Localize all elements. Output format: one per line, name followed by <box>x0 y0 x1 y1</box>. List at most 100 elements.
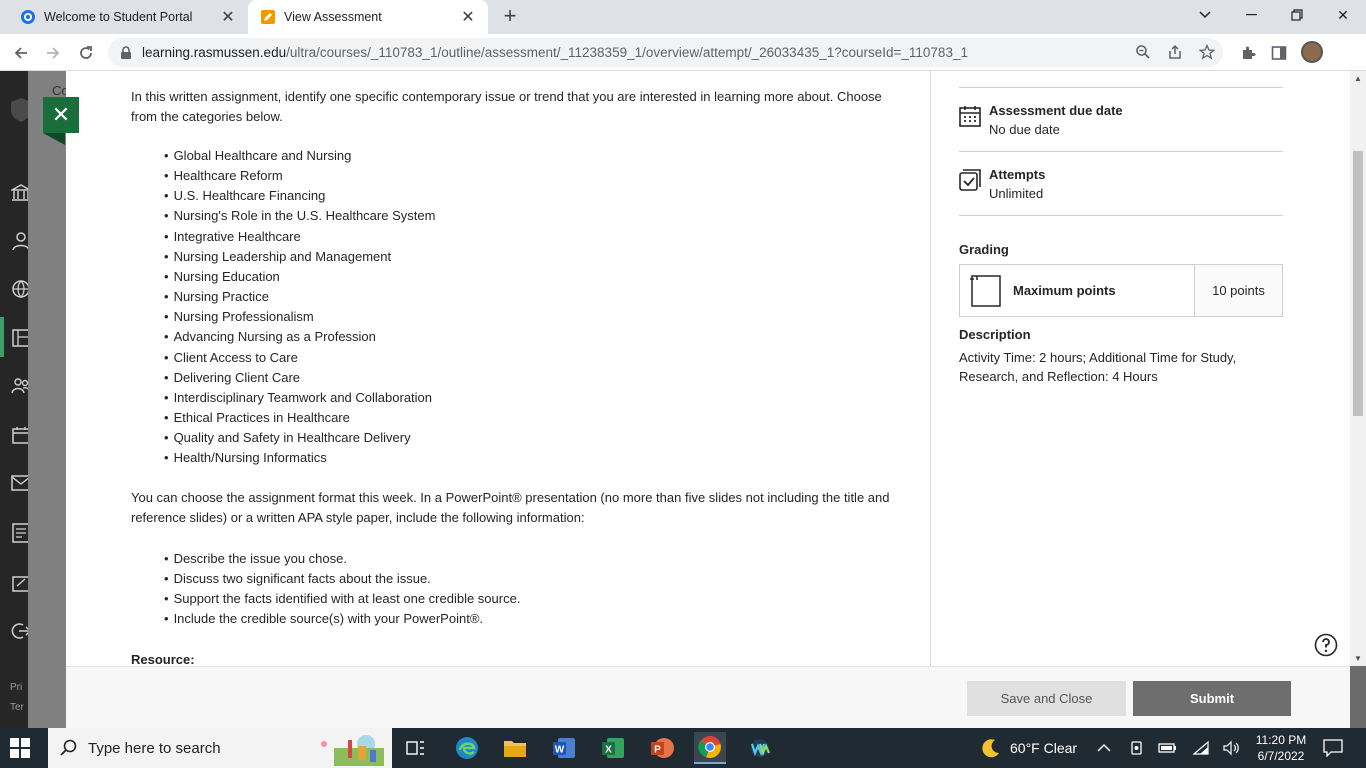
close-window-icon[interactable]: ✕ <box>1320 0 1366 30</box>
intro-paragraph: In this written assignment, identify one… <box>131 89 882 124</box>
bookmark-star-icon[interactable] <box>1197 42 1217 62</box>
scroll-thumb[interactable] <box>1353 151 1363 416</box>
edge-icon[interactable] <box>451 732 483 764</box>
word-icon[interactable]: W <box>548 732 580 764</box>
minimize-icon[interactable] <box>1228 0 1274 30</box>
category-list-item: Delivering Client Care <box>164 368 435 388</box>
save-and-close-button[interactable]: Save and Close <box>967 681 1126 716</box>
battery-icon[interactable] <box>1158 728 1178 768</box>
category-list-item: Nursing Professionalism <box>164 307 435 327</box>
divider <box>959 151 1283 152</box>
category-list-item: Interdisciplinary Teamwork and Collabora… <box>164 388 435 408</box>
tab-search-chevron-icon[interactable] <box>1182 0 1228 30</box>
zoom-icon[interactable] <box>1133 42 1153 62</box>
volume-icon[interactable] <box>1222 728 1240 768</box>
show-hidden-icons-icon[interactable] <box>1097 728 1111 768</box>
attempts-value: Unlimited <box>989 186 1044 201</box>
browser-tabstrip: Welcome to Student Portal ✕ View Assessm… <box>0 0 1366 34</box>
taskbar-clock[interactable]: 11:20 PM 6/7/2022 <box>1250 732 1312 764</box>
max-points-value: 10 points <box>1195 265 1282 316</box>
close-tab-icon[interactable]: ✕ <box>458 7 478 27</box>
svg-text:P: P <box>654 745 661 756</box>
terms-link-partial[interactable]: Ter <box>10 702 24 713</box>
chrome-icon[interactable] <box>694 732 726 764</box>
svg-text:X: X <box>605 745 612 756</box>
category-list-item: Nursing's Role in the U.S. Healthcare Sy… <box>164 206 436 226</box>
forward-icon[interactable] <box>40 40 66 66</box>
category-list-item: U.S. Healthcare Financing <box>164 186 435 206</box>
resource-heading: Resource: <box>131 652 195 666</box>
calendar-icon <box>959 106 981 127</box>
tab-title: Welcome to Student Portal <box>44 10 193 24</box>
back-icon[interactable] <box>8 40 34 66</box>
category-list-item: Nursing Practice <box>164 287 435 307</box>
url-host: learning.rasmussen.edu <box>142 45 287 60</box>
help-icon[interactable] <box>1314 633 1338 657</box>
due-date-label: Assessment due date <box>989 103 1123 118</box>
webex-icon[interactable] <box>744 732 776 764</box>
requirement-list-item: Support the facts identified with at lea… <box>164 589 521 609</box>
address-bar[interactable]: learning.rasmussen.edu/ultra/courses/_11… <box>108 38 1223 67</box>
wifi-icon[interactable] <box>1192 728 1210 768</box>
tab-student-portal[interactable]: Welcome to Student Portal ✕ <box>8 0 248 34</box>
weather-text: 60°F Clear <box>1010 740 1078 756</box>
powerpoint-icon[interactable]: P <box>646 732 678 764</box>
close-tab-icon[interactable]: ✕ <box>218 7 238 27</box>
svg-text:W: W <box>555 745 565 756</box>
document-icon <box>970 274 1001 307</box>
share-icon[interactable] <box>1165 42 1185 62</box>
search-icon <box>60 739 77 756</box>
url-path: /ultra/courses/_110783_1/outline/assessm… <box>286 45 968 60</box>
clock-date: 6/7/2022 <box>1257 749 1305 763</box>
excel-icon[interactable]: X <box>597 732 629 764</box>
grading-box: Maximum points 10 points <box>959 264 1283 317</box>
lock-icon[interactable] <box>120 45 132 60</box>
scroll-down-icon[interactable]: ▼ <box>1354 655 1362 663</box>
weather-widget[interactable]: 60°F Clear <box>980 728 1077 768</box>
divider <box>959 215 1283 216</box>
category-list-item: Client Access to Care <box>164 348 435 368</box>
category-list-item: Global Healthcare and Nursing <box>164 146 435 166</box>
panel-scrollbar[interactable]: ▲ ▼ <box>1350 71 1366 666</box>
category-list-item: Healthcare Reform <box>164 166 435 186</box>
reload-icon[interactable] <box>73 40 99 66</box>
requirement-list-item: Describe the issue you chose. <box>164 549 520 569</box>
profile-avatar[interactable] <box>1301 41 1323 63</box>
pencil-favicon-icon <box>260 9 276 25</box>
task-view-icon[interactable] <box>400 732 432 764</box>
side-panel-icon[interactable] <box>1268 42 1290 64</box>
max-points-label: Maximum points <box>1013 283 1116 298</box>
category-list-item: Health/Nursing Informatics <box>164 448 435 468</box>
category-list-item: Ethical Practices in Healthcare <box>164 408 435 428</box>
attempts-check-icon <box>959 169 981 191</box>
tab-view-assessment[interactable]: View Assessment ✕ <box>248 0 488 34</box>
extensions-icon[interactable] <box>1237 42 1259 64</box>
page-area: Pri Ter Co ✕ In this written assignment,… <box>0 71 1366 728</box>
portal-favicon-icon <box>20 9 36 25</box>
moon-icon <box>982 739 999 758</box>
close-icon: ✕ <box>51 102 71 127</box>
grading-label: Grading <box>959 242 1009 257</box>
notifications-icon[interactable] <box>1323 728 1343 768</box>
category-list-item: Advancing Nursing as a Profession <box>164 327 435 347</box>
windows-start-icon[interactable] <box>10 738 30 758</box>
search-placeholder: Type here to search <box>88 739 221 757</box>
meet-now-icon[interactable] <box>1129 728 1145 768</box>
restore-icon[interactable] <box>1274 0 1320 30</box>
taskbar-search[interactable]: Type here to search <box>48 728 392 768</box>
new-tab-icon[interactable]: + <box>498 5 522 29</box>
close-panel-button[interactable]: ✕ <box>43 97 79 145</box>
category-list-item: Nursing Education <box>164 267 435 287</box>
file-explorer-icon[interactable] <box>499 732 531 764</box>
url-text: learning.rasmussen.edu/ultra/courses/_11… <box>142 45 968 60</box>
submit-button[interactable]: Submit <box>1133 681 1291 716</box>
privacy-link-partial[interactable]: Pri <box>10 682 22 693</box>
active-nav-indicator <box>0 317 4 357</box>
scroll-up-icon[interactable]: ▲ <box>1354 75 1362 83</box>
clock-time: 11:20 PM <box>1255 733 1307 747</box>
assessment-panel: In this written assignment, identify one… <box>66 71 1366 728</box>
assessment-instructions: In this written assignment, identify one… <box>66 71 931 666</box>
attempts-label: Attempts <box>989 167 1046 182</box>
panel-footer: Save and Close Submit <box>66 666 1350 728</box>
browser-toolbar: learning.rasmussen.edu/ultra/courses/_11… <box>0 34 1366 71</box>
